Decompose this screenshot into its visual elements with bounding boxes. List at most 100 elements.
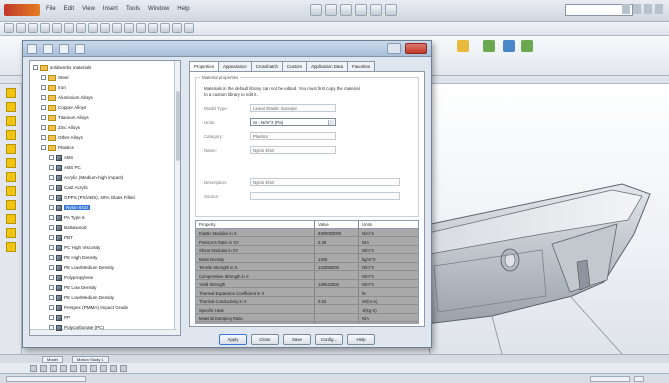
expand-icon[interactable] [49, 255, 54, 260]
view-settings-icon[interactable] [120, 365, 127, 372]
apply-button[interactable]: Apply [219, 334, 247, 345]
tab-model[interactable]: Model [42, 356, 63, 363]
expand-icon[interactable] [41, 115, 46, 120]
save-button[interactable]: Save [283, 334, 311, 345]
vertical-scrollbar[interactable] [174, 61, 180, 335]
help-icon[interactable] [622, 4, 630, 14]
close-button[interactable] [405, 43, 427, 54]
apply-scene-icon[interactable] [110, 365, 117, 372]
maximize-icon[interactable] [644, 4, 652, 14]
expand-icon[interactable] [49, 195, 54, 200]
circle-icon[interactable] [40, 23, 50, 33]
zoom-fit-icon[interactable] [30, 365, 37, 372]
tree-material[interactable]: Cast Acrylic [49, 184, 88, 191]
sketch-icon[interactable] [4, 23, 14, 33]
menu-window[interactable]: Window [148, 6, 169, 12]
tree-folder[interactable]: solidworks materials [33, 64, 91, 71]
table-row[interactable]: Shear Modulus in XY N/m^2 [196, 247, 418, 254]
tree-folder[interactable]: Zinc Alloys [41, 124, 80, 131]
help-icon[interactable] [634, 376, 644, 382]
menu-view[interactable]: View [82, 6, 95, 12]
expand-icon[interactable] [49, 175, 54, 180]
tab-crosshatch[interactable]: Crosshatch [250, 61, 283, 71]
table-row[interactable]: Poisson's Ratio in XY 0.28 N/A [196, 239, 418, 246]
expand-icon[interactable] [49, 165, 54, 170]
folder-icon[interactable] [5, 158, 16, 168]
dimension-icon[interactable] [112, 23, 122, 33]
tree-material[interactable]: PC High Viscosity [49, 244, 100, 251]
tree-material[interactable]: ABS PC [49, 164, 81, 171]
folder-icon[interactable] [5, 88, 16, 98]
folder-icon[interactable] [5, 186, 16, 196]
app-logo[interactable] [4, 4, 40, 16]
description-field[interactable]: Nylon 6/10 [250, 178, 400, 186]
new-library-icon[interactable] [75, 44, 85, 54]
table-row[interactable]: Yield Strength 139043000 N/m^2 [196, 281, 418, 288]
minimize-button[interactable] [387, 43, 401, 54]
expand-icon[interactable] [41, 95, 46, 100]
expand-icon[interactable] [49, 205, 54, 210]
help-button[interactable]: Help [347, 334, 375, 345]
display-style-icon[interactable] [80, 365, 87, 372]
folder-icon[interactable] [5, 172, 16, 182]
expand-icon[interactable] [41, 75, 46, 80]
table-row[interactable]: Material Damping Ratio N/A [196, 315, 418, 322]
expand-icon[interactable] [41, 85, 46, 90]
paste-icon[interactable] [59, 44, 69, 54]
model-type-field[interactable]: Linear Elastic Isotropic [250, 104, 336, 112]
tree-material[interactable]: PE Low/Medium Density [49, 294, 114, 301]
folder-icon[interactable] [5, 116, 16, 126]
expand-icon[interactable] [41, 105, 46, 110]
tree-material[interactable]: PP [49, 314, 70, 321]
view-orientation-icon[interactable] [70, 365, 77, 372]
section-view-icon[interactable] [60, 365, 67, 372]
tree-material[interactable]: ABS [49, 154, 73, 161]
table-row[interactable]: Tensile Strength in X 142559000 N/m^2 [196, 264, 418, 271]
folder-icon[interactable] [5, 200, 16, 210]
units-select[interactable]: SI - N/m^2 (Pa) [250, 118, 336, 126]
edit-appearance-icon[interactable] [100, 365, 107, 372]
ribbon-button[interactable] [500, 40, 518, 60]
relation-icon[interactable] [124, 23, 134, 33]
minimize-icon[interactable] [633, 4, 641, 14]
tree-folder[interactable]: Other Alloys [41, 134, 83, 141]
table-row[interactable]: Compressive Strength in X N/m^2 [196, 273, 418, 280]
new-icon[interactable] [310, 4, 322, 16]
tree-material[interactable]: PE Low Density [49, 284, 96, 291]
expand-icon[interactable] [49, 185, 54, 190]
pattern-icon[interactable] [100, 23, 110, 33]
table-row[interactable]: Thermal Conductivity in X 0.53 W/(m·K) [196, 298, 418, 305]
view-icon[interactable] [184, 23, 194, 33]
tree-material[interactable]: PBT [49, 234, 73, 241]
rebuild-icon[interactable] [385, 4, 397, 16]
open-icon[interactable] [325, 4, 337, 16]
tree-material[interactable]: Nylon 6/10 [49, 204, 90, 211]
hide-show-icon[interactable] [90, 365, 97, 372]
tab-custom[interactable]: Custom [281, 61, 308, 71]
dialog-title-bar[interactable] [23, 41, 431, 57]
column-header-value[interactable]: Value [318, 222, 329, 227]
material-tree[interactable]: solidworks materials Steel Iron Aluminium A… [29, 60, 181, 336]
ribbon-button[interactable] [454, 40, 472, 60]
folder-icon[interactable] [5, 242, 16, 252]
spline-icon[interactable] [64, 23, 74, 33]
menu-edit[interactable]: Edit [64, 6, 74, 12]
tree-folder[interactable]: Copper Alloys [41, 104, 86, 111]
expand-icon[interactable] [49, 315, 54, 320]
plane-icon[interactable] [160, 23, 170, 33]
category-field[interactable]: Plastics [250, 132, 336, 140]
folder-icon[interactable] [5, 214, 16, 224]
tab-application-data[interactable]: Application Data [306, 61, 349, 71]
menu-tools[interactable]: Tools [126, 6, 140, 12]
expand-icon[interactable] [41, 145, 46, 150]
text-icon[interactable] [136, 23, 146, 33]
expand-icon[interactable] [49, 265, 54, 270]
menu-help[interactable]: Help [177, 6, 189, 12]
expand-icon[interactable] [33, 65, 38, 70]
ribbon-button[interactable] [518, 40, 536, 60]
expand-icon[interactable] [49, 155, 54, 160]
previous-view-icon[interactable] [50, 365, 57, 372]
table-row[interactable]: Specific Heat J/(kg·K) [196, 307, 418, 314]
config-button[interactable]: Config... [315, 334, 343, 345]
expand-icon[interactable] [41, 135, 46, 140]
